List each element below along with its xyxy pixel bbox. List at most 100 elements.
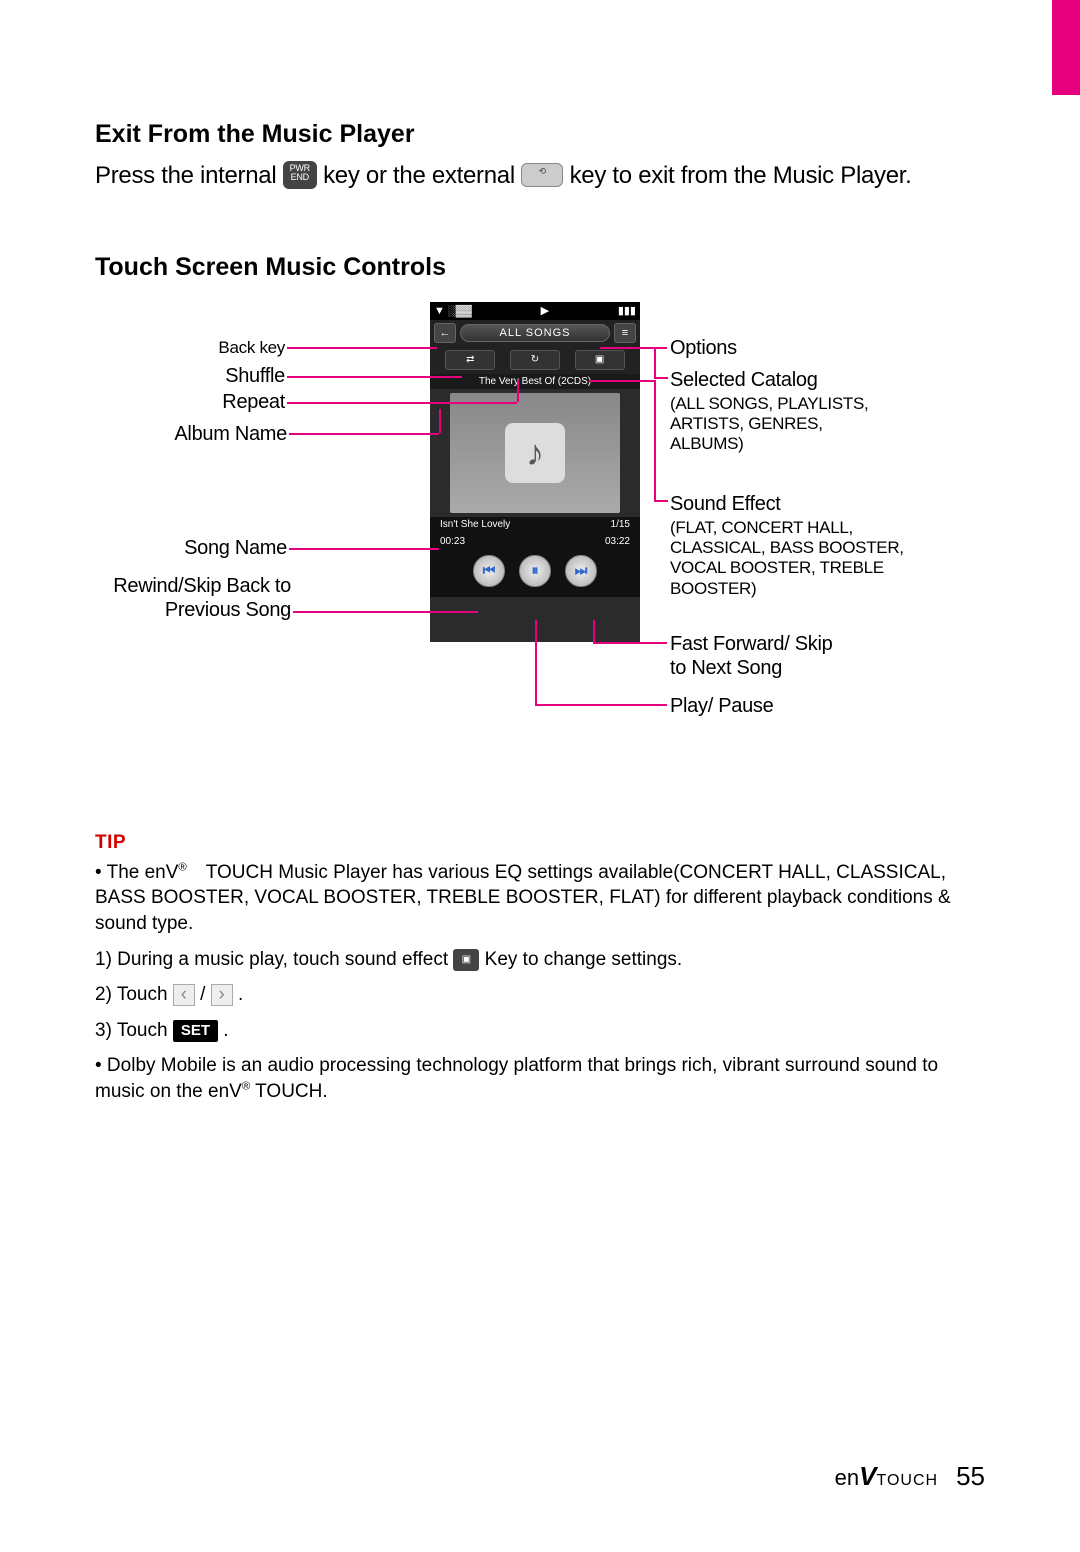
label-back-key: Back key [195,338,285,358]
left-arrow-key-icon: ‹ [173,984,195,1006]
phone-mockup: ▼ ░▓▓ ▶ ▮▮▮ ← ALL SONGS ≡ ⇄ ↻ ▣ The Very… [430,302,640,642]
mode-icon-row: ⇄ ↻ ▣ [430,346,640,374]
leader-line [593,642,667,644]
exit-instructions: Press the internal PWREND key or the ext… [95,159,985,193]
status-bar: ▼ ░▓▓ ▶ ▮▮▮ [430,302,640,320]
leader-line [535,620,537,704]
text: 3) Touch [95,1020,173,1041]
back-button[interactable]: ← [434,323,456,343]
leader-line [535,704,667,706]
time-total: 03:22 [605,536,630,547]
label-repeat: Repeat [221,390,285,414]
music-player-diagram: ▼ ░▓▓ ▶ ▮▮▮ ← ALL SONGS ≡ ⇄ ↻ ▣ The Very… [95,302,985,782]
repeat-button[interactable]: ↻ [510,350,560,370]
tip-step-3: 3) Touch SET . [95,1018,985,1044]
set-button-icon: SET [173,1020,218,1042]
label-album-name: Album Name [173,422,287,446]
options-button[interactable]: ≡ [614,323,636,343]
music-note-icon: ♪ [505,423,565,483]
catalog-selector[interactable]: ALL SONGS [460,324,610,342]
shuffle-button[interactable]: ⇄ [445,350,495,370]
tip-step-1: 1) During a music play, touch sound effe… [95,947,985,973]
play-pause-button[interactable]: ⏸ [519,555,551,587]
skip-forward-icon: ⏭ [575,562,588,579]
shuffle-icon: ⇄ [466,354,474,365]
leader-line [287,402,517,404]
leader-line [287,347,437,349]
leader-line [287,376,462,378]
leader-line [517,380,519,402]
leader-line [289,433,439,435]
back-arrow-icon: ← [440,327,451,339]
title-row: ← ALL SONGS ≡ [430,320,640,346]
section-exit-title: Exit From the Music Player [95,120,985,149]
song-info-row: Isn't She Lovely 1/15 [430,517,640,532]
text: . [223,1020,228,1041]
sound-effect-key-icon: ▣ [453,949,479,971]
section-touch-controls-title: Touch Screen Music Controls [95,253,985,282]
leader-line [654,347,656,377]
sound-effect-button[interactable]: ▣ [575,350,625,370]
text: Press the internal [95,162,283,189]
leader-line [439,409,441,433]
battery-icon: ▮▮▮ [618,304,636,317]
page-edge-tab [1052,0,1080,95]
leader-line [593,620,595,642]
playback-controls: ⏮ ⏸ ⏭ [430,549,640,597]
external-key-icon: ⟲ [521,163,563,187]
leader-line [654,380,656,500]
label-rewind: Rewind/Skip Back to Previous Song [105,574,291,622]
text: 2) Touch [95,984,173,1005]
text: V [859,1461,876,1491]
previous-button[interactable]: ⏮ [473,555,505,587]
album-art: ♪ [450,393,620,513]
registered-mark: ® [242,1081,250,1093]
tip-bullet-eq: • The enV® TOUCH Music Player has variou… [95,860,985,937]
page-footer: enVTOUCH 55 [835,1461,985,1492]
label-sound-effect: Sound Effect [670,492,781,516]
tip-bullet-dolby: • Dolby Mobile is an audio processing te… [95,1053,985,1104]
tip-heading: TIP [95,832,985,854]
label-options: Options [670,336,737,360]
repeat-icon: ↻ [531,354,539,365]
label-play-pause: Play/ Pause [670,694,773,718]
label-selected-catalog: Selected Catalog [670,368,818,392]
list-icon: ≡ [622,327,628,339]
right-arrow-key-icon: › [211,984,233,1006]
song-name-text: Isn't She Lovely [440,519,510,530]
registered-mark: ® [178,861,186,873]
leader-line [289,548,439,550]
label-shuffle: Shuffle [225,364,285,388]
text: en [835,1465,859,1490]
skip-back-icon: ⏮ [483,562,496,579]
track-index: 1/15 [611,519,630,530]
time-elapsed: 00:23 [440,536,465,547]
text: TOUCH Music Player has various EQ settin… [95,862,951,934]
leader-line [589,380,655,382]
next-button[interactable]: ⏭ [565,555,597,587]
text: Key to change settings. [485,949,683,970]
label-selected-catalog-sub: (ALL SONGS, PLAYLISTS, ARTISTS, GENRES, … [670,394,890,455]
text: TOUCH [876,1472,938,1489]
brand-logo: enVTOUCH [835,1461,938,1492]
play-indicator-icon: ▶ [541,304,549,317]
text: key or the external [323,162,521,189]
signal-icon: ▼ ░▓▓ [434,305,472,317]
text: . [238,984,243,1005]
sound-effect-icon: ▣ [595,354,604,365]
leader-line [654,500,668,502]
label-song-name: Song Name [175,536,287,560]
text: 1) During a music play, touch sound effe… [95,949,453,970]
text: key to exit from the Music Player. [570,162,912,189]
label-sound-effect-sub: (FLAT, CONCERT HALL, CLASSICAL, BASS BOO… [670,518,910,600]
time-row: 00:23 03:22 [430,532,640,549]
text: • The enV [95,862,178,883]
pause-icon: ⏸ [532,562,539,579]
pwr-end-key-icon: PWREND [283,161,317,189]
leader-line [654,377,668,379]
tip-step-2: 2) Touch ‹ / › . [95,982,985,1008]
text: / [200,984,211,1005]
page-content: Exit From the Music Player Press the int… [0,0,1080,1175]
page-number: 55 [956,1461,985,1492]
text: • Dolby Mobile is an audio processing te… [95,1055,938,1102]
